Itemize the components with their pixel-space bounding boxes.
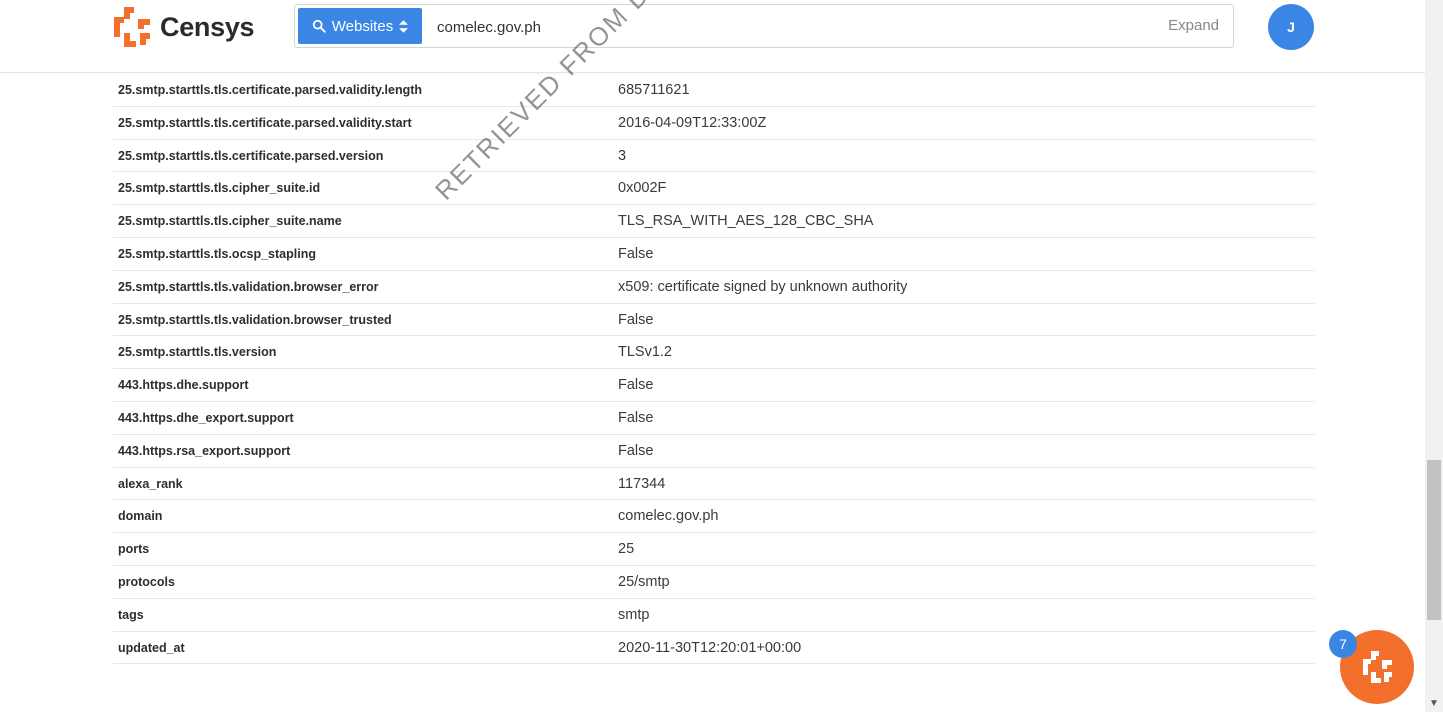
expand-button[interactable]: Expand [1168, 17, 1219, 34]
field-name: 443.https.dhe_export.support [118, 410, 294, 425]
censys-logo-icon [114, 7, 150, 47]
field-name: tags [118, 607, 144, 622]
search-type-label: Websites [331, 17, 394, 35]
field-name: 25.smtp.starttls.tls.validation.browser_… [118, 312, 392, 327]
search-type-selector[interactable]: Websites [298, 8, 422, 44]
table-row: protocols 25/smtp [113, 566, 1315, 599]
chat-icon [1363, 651, 1392, 683]
table-row: domain comelec.gov.ph [113, 500, 1315, 534]
field-value: False [618, 442, 654, 459]
table-row: 25.smtp.starttls.tls.validation.browser_… [113, 304, 1315, 337]
field-value: 2020-11-30T12:20:01+00:00 [618, 639, 802, 656]
field-name: 25.smtp.starttls.tls.certificate.parsed.… [118, 148, 384, 163]
field-name: 25.smtp.starttls.tls.cipher_suite.id [118, 181, 321, 196]
notification-badge: 7 [1329, 630, 1357, 658]
field-name: 25.smtp.starttls.tls.certificate.parsed.… [118, 115, 412, 130]
table-row: tags smtp [113, 599, 1315, 632]
table-row: 25.smtp.starttls.tls.version TLSv1.2 [113, 336, 1315, 370]
field-name: 443.https.dhe.support [118, 378, 249, 393]
table-row: 25.smtp.starttls.tls.certificate.parsed.… [113, 140, 1315, 173]
record-table: 25.smtp.starttls.tls.certificate.parsed.… [113, 74, 1315, 665]
field-value: False [618, 245, 654, 262]
table-row: 443.https.dhe.support False [113, 369, 1315, 402]
field-value: x509: certificate signed by unknown auth… [618, 278, 908, 295]
table-row: 25.smtp.starttls.tls.certificate.parsed.… [113, 74, 1315, 107]
field-value: 685711621 [618, 82, 690, 98]
field-name: 443.https.rsa_export.support [118, 443, 291, 458]
field-name: domain [118, 509, 163, 524]
top-header: Censys Websites Expand J [0, 0, 1425, 73]
field-name: ports [118, 542, 150, 557]
user-avatar[interactable]: J [1268, 4, 1314, 50]
search-icon [312, 19, 326, 33]
field-name: 25.smtp.starttls.tls.cipher_suite.name [118, 214, 342, 229]
field-value: 3 [618, 147, 627, 164]
search-input[interactable] [435, 12, 1139, 42]
table-row: alexa_rank 117344 [113, 468, 1315, 501]
field-name: protocols [118, 574, 175, 589]
field-name: updated_at [118, 640, 185, 655]
chevron-down-icon[interactable]: ▼ [1425, 694, 1443, 712]
censys-logo[interactable]: Censys [110, 4, 270, 50]
table-row: ports 25 [113, 533, 1315, 566]
field-value: 25 [618, 541, 635, 558]
table-row: updated_at 2020-11-30T12:20:01+00:00 [113, 632, 1315, 665]
field-name: alexa_rank [118, 476, 183, 491]
table-row: 443.https.rsa_export.support False [113, 435, 1315, 468]
field-value: False [618, 409, 654, 426]
field-name: 25.smtp.starttls.tls.validation.browser_… [118, 279, 379, 294]
sort-icon [399, 19, 409, 33]
field-value: TLS_RSA_WITH_AES_128_CBC_SHA [618, 213, 874, 230]
field-value: False [618, 311, 654, 328]
field-name: 25.smtp.starttls.tls.version [118, 345, 277, 360]
field-value: 25/smtp [618, 573, 670, 590]
field-value: False [618, 377, 654, 394]
table-row: 25.smtp.starttls.tls.ocsp_stapling False [113, 238, 1315, 271]
scrollbar-thumb[interactable] [1427, 460, 1441, 620]
table-row: 25.smtp.starttls.tls.validation.browser_… [113, 271, 1315, 304]
field-value: 117344 [618, 475, 666, 492]
table-row: 25.smtp.starttls.tls.cipher_suite.name TL… [113, 205, 1315, 238]
table-row: 25.smtp.starttls.tls.certificate.parsed.… [113, 107, 1315, 140]
brand-name: Censys [160, 11, 255, 42]
field-value: 2016-04-09T12:33:00Z [618, 114, 767, 131]
field-value: 0x002F [618, 180, 667, 197]
page-scrollbar[interactable]: ▼ [1425, 0, 1443, 712]
table-row: 25.smtp.starttls.tls.cipher_suite.id 0x00… [113, 172, 1315, 206]
field-name: 25.smtp.starttls.tls.certificate.parsed.… [118, 83, 423, 97]
field-value: comelec.gov.ph [618, 508, 719, 525]
field-value: smtp [618, 606, 650, 623]
field-name: 25.smtp.starttls.tls.ocsp_stapling [118, 246, 316, 261]
field-value: TLSv1.2 [618, 344, 672, 361]
table-row: 443.https.dhe_export.support False [113, 402, 1315, 435]
search-bar: Websites Expand [294, 4, 1234, 48]
